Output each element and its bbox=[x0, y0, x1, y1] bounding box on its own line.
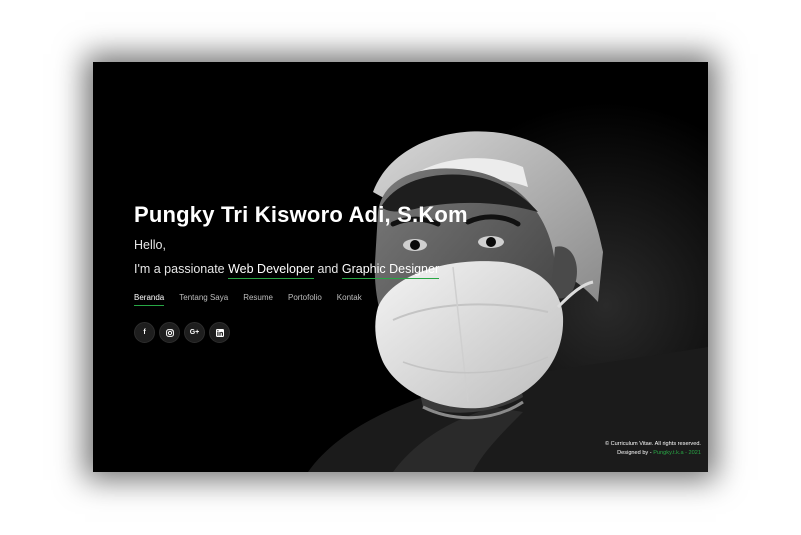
linkedin-icon bbox=[215, 328, 224, 337]
google-plus-icon: G+ bbox=[189, 329, 200, 336]
footer-copyright: © Curriculum Vitae. All rights reserved. bbox=[604, 441, 701, 447]
footer-brand-link[interactable]: Pungky.t.k.a - 2021 bbox=[653, 450, 701, 456]
nav-item-tentang-saya[interactable]: Tentang Saya bbox=[179, 293, 228, 306]
instagram-button[interactable] bbox=[159, 322, 180, 343]
instagram-icon bbox=[165, 328, 174, 337]
tagline-prefix: I'm a passionate bbox=[134, 262, 229, 276]
hero-tagline: I'm a passionate Web Developer and Graph… bbox=[134, 262, 440, 279]
nav-item-beranda[interactable]: Beranda bbox=[134, 293, 165, 306]
social-links: f G+ bbox=[134, 322, 230, 343]
role-web-developer: Web Developer bbox=[228, 262, 315, 279]
footer-credit: Designed by - Pungky.t.k.a - 2021 bbox=[605, 449, 701, 458]
linkedin-button[interactable] bbox=[209, 322, 230, 343]
footer-designed-by: Designed by - bbox=[617, 450, 654, 456]
hero-section: Pungky Tri Kisworo Adi, S.Kom Hello, I'm… bbox=[93, 62, 708, 472]
google-plus-button[interactable]: G+ bbox=[184, 322, 205, 343]
hero-greeting: Hello, bbox=[134, 238, 166, 252]
nav-item-kontak[interactable]: Kontak bbox=[337, 293, 362, 306]
main-nav: Beranda Tentang Saya Resume Portofolio K… bbox=[134, 293, 362, 306]
hero-title: Pungky Tri Kisworo Adi, S.Kom bbox=[134, 202, 468, 227]
footer: © Curriculum Vitae. All rights reserved.… bbox=[605, 440, 701, 458]
facebook-button[interactable]: f bbox=[134, 322, 155, 343]
facebook-icon: f bbox=[143, 329, 146, 336]
nav-item-portofolio[interactable]: Portofolio bbox=[288, 293, 322, 306]
nav-item-resume[interactable]: Resume bbox=[243, 293, 273, 306]
page: Pungky Tri Kisworo Adi, S.Kom Hello, I'm… bbox=[0, 0, 801, 535]
tagline-join: and bbox=[314, 262, 342, 276]
role-graphic-designer: Graphic Designer bbox=[341, 262, 440, 279]
